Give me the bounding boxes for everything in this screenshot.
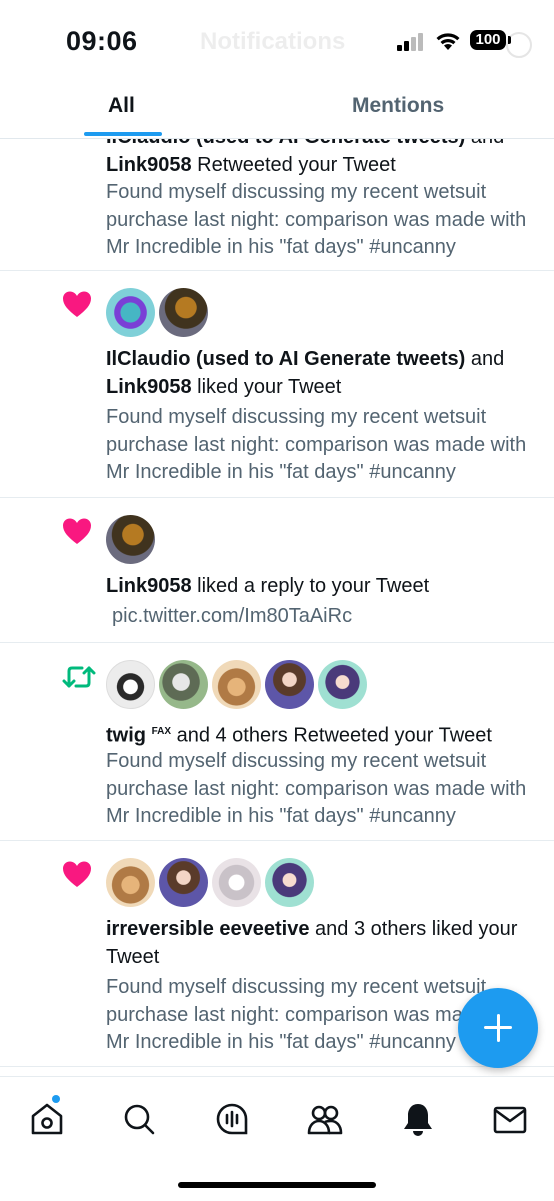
tab-all[interactable]: All (108, 94, 135, 118)
avatar[interactable] (265, 858, 314, 907)
notification-item[interactable]: twig FAX and 4 others Retweeted your Twe… (0, 642, 554, 841)
home-indicator[interactable] (178, 1182, 376, 1188)
notification-headline: Link9058 liked a reply to your Tweet (106, 575, 430, 597)
avatar[interactable] (212, 858, 261, 907)
avatar[interactable] (318, 660, 367, 709)
actor-name[interactable]: Link9058 (106, 154, 192, 176)
tab-mentions[interactable]: Mentions (352, 94, 444, 118)
battery-indicator: 100 (470, 30, 506, 50)
bell-icon[interactable] (398, 1099, 438, 1139)
notification-headline: irreversible eeveetive and 3 others like… (106, 918, 518, 968)
selected-tab-indicator (84, 132, 162, 136)
notification-item[interactable]: IlClaudio (used to AI Generate tweets) a… (0, 270, 554, 498)
search-icon[interactable] (119, 1099, 159, 1139)
notification-headline: IlClaudio (used to AI Generate tweets) a… (106, 348, 505, 398)
tweet-snippet[interactable]: Found myself discussing my recent wetsui… (106, 748, 542, 831)
actor-name[interactable]: Link9058 (106, 575, 192, 597)
retweet-icon (62, 666, 96, 688)
actor-avatars (106, 288, 208, 337)
mail-icon[interactable] (490, 1099, 530, 1139)
avatar[interactable] (106, 858, 155, 907)
status-bar: Notifications 09:06 100 (0, 0, 554, 84)
home-icon[interactable] (27, 1099, 67, 1139)
notification-dot (52, 1095, 60, 1103)
wifi-icon (436, 33, 460, 50)
spaces-icon[interactable] (212, 1099, 252, 1139)
actor-name[interactable]: twig (106, 725, 146, 747)
avatar[interactable] (212, 660, 261, 709)
avatar[interactable] (106, 288, 155, 337)
header-title: Notifications (200, 28, 346, 55)
avatar[interactable] (159, 288, 208, 337)
tweet-media-link[interactable]: pic.twitter.com/Im80TaAiRc (112, 603, 352, 630)
actor-avatars (106, 858, 314, 907)
actor-avatars (106, 515, 155, 564)
notifications-feed[interactable]: IlClaudio (used to AI Generate tweets) a… (0, 0, 554, 1076)
tweet-snippet[interactable]: Found myself discussing my recent wetsui… (106, 179, 542, 262)
notification-headline: twig FAX and 4 others Retweeted your Twe… (106, 724, 492, 747)
actor-name[interactable]: Link9058 (106, 376, 192, 398)
clock: 09:06 (66, 26, 138, 56)
compose-tweet-button[interactable] (458, 988, 538, 1068)
actor-name-superscript: FAX (151, 726, 172, 737)
avatar[interactable] (106, 660, 155, 709)
battery-tip (508, 36, 511, 44)
plus-icon-vertical (496, 1014, 500, 1042)
tweet-snippet[interactable]: Found myself discussing my recent wetsui… (106, 404, 542, 487)
actor-avatars (106, 660, 367, 709)
avatar[interactable] (265, 660, 314, 709)
communities-icon[interactable] (305, 1099, 345, 1139)
notification-item[interactable]: Link9058 liked a reply to your Tweet pic… (0, 497, 554, 643)
heart-icon (63, 861, 91, 887)
actor-name[interactable]: IlClaudio (used to AI Generate tweets) (106, 348, 465, 370)
avatar[interactable] (159, 660, 208, 709)
avatar[interactable] (159, 858, 208, 907)
heart-icon (63, 518, 91, 544)
heart-icon (63, 291, 91, 317)
actor-name[interactable]: irreversible eeveetive (106, 918, 310, 940)
cellular-signal-icon (397, 33, 423, 51)
avatar[interactable] (106, 515, 155, 564)
notifications-tabs: All Mentions (0, 84, 554, 139)
